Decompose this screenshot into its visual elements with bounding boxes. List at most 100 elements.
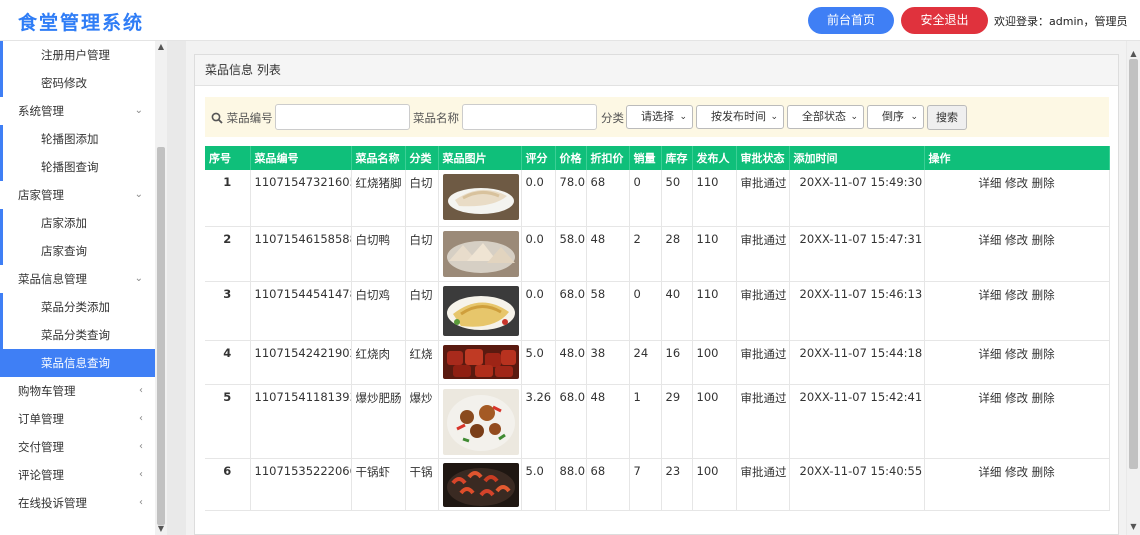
main-scrollbar[interactable]: ▲ ▼: [1127, 41, 1140, 535]
dish-name-input[interactable]: [462, 104, 597, 130]
edit-link[interactable]: 修改: [1005, 176, 1028, 190]
sidebar-item[interactable]: 在线投诉管理 ‹: [0, 489, 155, 517]
dish-code-input[interactable]: [275, 104, 410, 130]
column-header: 发布人: [692, 146, 737, 170]
sidebar-list: 注册用户管理 密码修改 系统管理 ⌄ 轮播图添加轮播图查询店家管理 ⌄ 店家添加店家查询菜品…: [0, 41, 155, 517]
detail-link[interactable]: 详细: [978, 347, 1001, 361]
edit-link[interactable]: 修改: [1005, 288, 1028, 302]
delete-link[interactable]: 删除: [1032, 288, 1055, 302]
sidebar-item[interactable]: 店家添加: [0, 209, 155, 237]
cell-category: 红烧: [405, 340, 439, 385]
sidebar-item-label: 店家查询: [41, 244, 87, 258]
sidebar-item[interactable]: 菜品信息管理 ⌄: [0, 265, 155, 293]
cell-stock: 23: [661, 458, 693, 511]
sidebar-item[interactable]: 菜品分类查询: [0, 321, 155, 349]
table-row: 2 11071546158588 白切鸭 白切 0.0 58.0 48 2 28 110 审批通过 2…: [205, 226, 1110, 282]
edit-link[interactable]: 修改: [1005, 391, 1028, 405]
sidebar-scroll-thumb[interactable]: [157, 147, 165, 525]
dish-table: 序号 菜品编号 菜品名称 分类 菜品图片 评分 价格 折扣价 销量 库存 发布人 审批状态 添加时间 操作…: [205, 146, 1110, 511]
cell-sales: 1: [629, 384, 662, 459]
edit-link[interactable]: 修改: [1005, 465, 1028, 479]
dish-image: [442, 462, 519, 507]
edit-link[interactable]: 修改: [1005, 347, 1028, 361]
cell-status: 审批通过: [736, 170, 790, 227]
cell-time: 20XX-11-07 15:47:31: [789, 226, 925, 282]
cell-index: 5: [205, 384, 251, 459]
detail-link[interactable]: 详细: [978, 233, 1001, 247]
dish-list-panel: 菜品信息 列表 菜品编号 菜品名称 分类 请选择 ⌄ 按发布时间 ⌄ 全部状态 ⌄ 倒…: [194, 54, 1119, 535]
sidebar-item[interactable]: 交付管理 ‹: [0, 433, 155, 461]
sort-select[interactable]: 按发布时间 ⌄: [696, 105, 784, 129]
sidebar-item[interactable]: 密码修改: [0, 69, 155, 97]
delete-link[interactable]: 删除: [1032, 391, 1055, 405]
dish-image-cell: [438, 170, 522, 227]
sidebar-item[interactable]: 菜品信息查询: [0, 349, 155, 377]
edit-link[interactable]: 修改: [1005, 233, 1028, 247]
dish-name-label: 菜品名称: [413, 111, 459, 125]
scroll-up-icon[interactable]: ▲: [155, 41, 167, 53]
category-select[interactable]: 请选择 ⌄: [626, 105, 693, 129]
cell-stock: 28: [661, 226, 693, 282]
main-content: 菜品信息 列表 菜品编号 菜品名称 分类 请选择 ⌄ 按发布时间 ⌄ 全部状态 ⌄ 倒…: [186, 41, 1126, 535]
detail-link[interactable]: 详细: [978, 465, 1001, 479]
sidebar-item[interactable]: 系统管理 ⌄: [0, 97, 155, 125]
cell-category: 白切: [405, 170, 439, 227]
main-scroll-thumb[interactable]: [1129, 59, 1138, 469]
scroll-down-icon[interactable]: ▼: [155, 523, 167, 535]
cell-price: 78.0: [555, 170, 587, 227]
chevron-left-icon: ‹: [139, 385, 143, 396]
delete-link[interactable]: 删除: [1032, 347, 1055, 361]
column-header: 折扣价: [586, 146, 630, 170]
logout-button[interactable]: 安全退出: [901, 7, 988, 34]
cell-category: 白切: [405, 281, 439, 341]
status-select[interactable]: 全部状态 ⌄: [787, 105, 864, 129]
cell-code: 11071541181393: [250, 384, 352, 459]
sidebar-item-label: 购物车管理: [18, 384, 76, 398]
sidebar-item[interactable]: 店家管理 ⌄: [0, 181, 155, 209]
cell-price: 58.0: [555, 226, 587, 282]
sidebar-item[interactable]: 订单管理 ‹: [0, 405, 155, 433]
table-header-row: 序号 菜品编号 菜品名称 分类 菜品图片 评分 价格 折扣价 销量 库存 发布人 审批状态 添加时间 操作: [205, 146, 1110, 170]
cell-time: 20XX-11-07 15:44:18: [789, 340, 925, 385]
sidebar-item[interactable]: 轮播图查询: [0, 153, 155, 181]
sidebar-item[interactable]: 购物车管理 ‹: [0, 377, 155, 405]
cell-rating: 0.0: [521, 281, 556, 341]
scroll-up-icon[interactable]: ▲: [1127, 49, 1140, 58]
sidebar-item[interactable]: 评论管理 ‹: [0, 461, 155, 489]
delete-link[interactable]: 删除: [1032, 176, 1055, 190]
cell-price: 48.0: [555, 340, 587, 385]
cell-discount: 58: [586, 281, 630, 341]
dish-image: [442, 344, 519, 379]
scroll-down-icon[interactable]: ▼: [1127, 522, 1140, 531]
delete-link[interactable]: 删除: [1032, 233, 1055, 247]
sidebar-item[interactable]: 菜品分类添加: [0, 293, 155, 321]
app-logo: 食堂管理系统: [18, 12, 145, 34]
detail-link[interactable]: 详细: [978, 391, 1001, 405]
detail-link[interactable]: 详细: [978, 288, 1001, 302]
cell-discount: 48: [586, 384, 630, 459]
sidebar-item[interactable]: 注册用户管理: [0, 41, 155, 69]
search-icon-label: 菜品编号: [211, 110, 273, 126]
order-select[interactable]: 倒序 ⌄: [867, 105, 924, 129]
sidebar-item[interactable]: 店家查询: [0, 237, 155, 265]
sidebar-item-label: 菜品信息查询: [41, 356, 110, 370]
cell-code: 11071535222066: [250, 458, 352, 511]
cell-publisher: 100: [692, 384, 737, 459]
search-button[interactable]: 搜索: [927, 105, 967, 130]
sidebar-item-label: 轮播图查询: [41, 160, 99, 174]
cell-category: 爆炒: [405, 384, 439, 459]
sidebar-item-label: 订单管理: [18, 412, 64, 426]
sidebar-item[interactable]: 轮播图添加: [0, 125, 155, 153]
dish-image: [442, 230, 519, 277]
dish-code-label: 菜品编号: [226, 111, 273, 125]
search-bar: 菜品编号 菜品名称 分类 请选择 ⌄ 按发布时间 ⌄ 全部状态 ⌄ 倒序 ⌄ 搜索: [205, 97, 1109, 137]
delete-link[interactable]: 删除: [1032, 465, 1055, 479]
column-header: 菜品编号: [250, 146, 352, 170]
sidebar-scrollbar[interactable]: ▲ ▼: [155, 41, 167, 535]
category-select-value: 请选择: [641, 110, 674, 123]
detail-link[interactable]: 详细: [978, 176, 1001, 190]
dish-image: [442, 174, 519, 220]
frontend-home-button[interactable]: 前台首页: [808, 7, 894, 34]
cell-publisher: 110: [692, 170, 737, 227]
sidebar-item-label: 在线投诉管理: [18, 496, 87, 510]
